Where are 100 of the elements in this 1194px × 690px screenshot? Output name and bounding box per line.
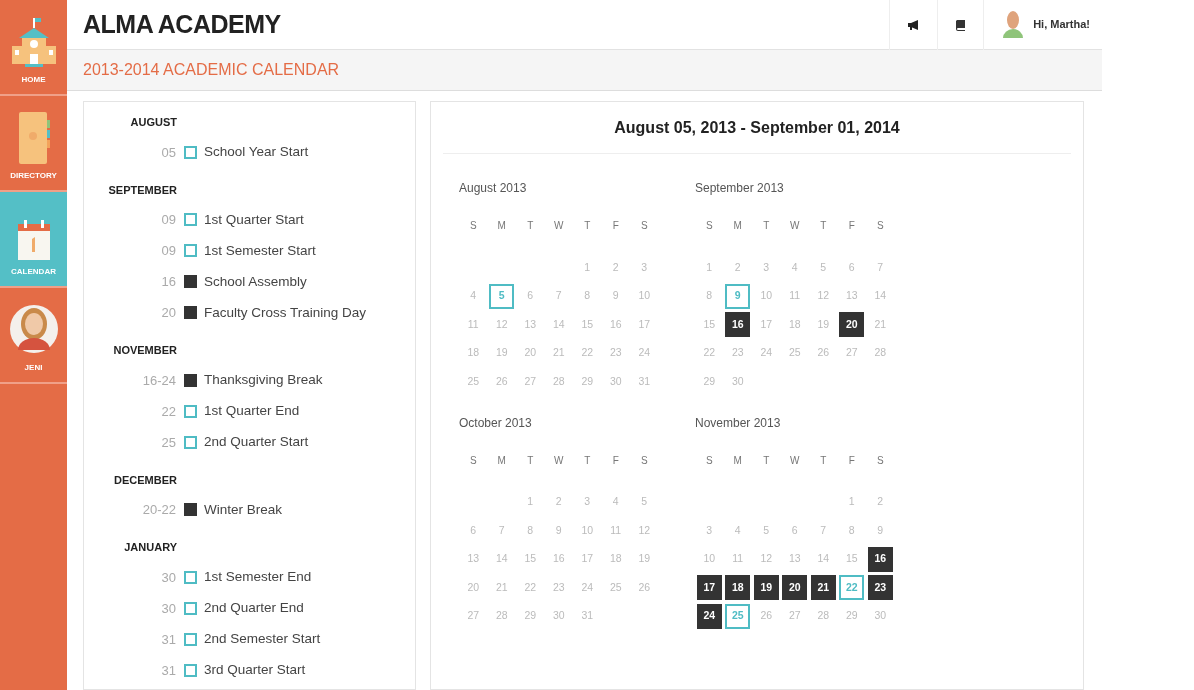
event-marker (184, 601, 197, 615)
event-label: Thanksgiving Break (204, 371, 323, 390)
month-title: September 2013 (695, 180, 785, 198)
calendar-day: 25 (782, 340, 808, 366)
calendar-day: 3 (696, 518, 722, 543)
event-marker (184, 404, 197, 418)
calendar-day: 27 (517, 369, 543, 394)
calendar-day: 12 (489, 312, 515, 337)
calendar-day: 1 (517, 489, 543, 515)
calendar-day: 20 (839, 312, 865, 337)
calendar-day: 18 (603, 546, 629, 572)
calendar-day: 2 (867, 489, 893, 515)
calendar-day: 3 (753, 255, 779, 280)
address-book-icon (16, 110, 51, 166)
weekday-label: F (611, 453, 620, 468)
event-marker (184, 570, 197, 584)
event-date: 20 (160, 304, 176, 322)
calendar-day: 26 (631, 575, 657, 600)
month-heading: JANUARY (123, 540, 177, 556)
calendar-day: 26 (753, 603, 779, 629)
calendar-day: 12 (753, 546, 779, 572)
book-icon[interactable] (955, 18, 967, 31)
sidebar-item[interactable]: JENI (0, 288, 67, 384)
calendar-day: 29 (517, 603, 543, 629)
calendar-day: 7 (546, 283, 572, 309)
calendar-day: 25 (460, 369, 486, 394)
event-label: 1st Quarter End (204, 402, 300, 421)
calendar-day: 27 (460, 603, 486, 629)
event-marker (184, 632, 197, 646)
weekday-label: M (732, 453, 743, 468)
event-date: 05 (160, 143, 176, 162)
calendar-day: 18 (782, 312, 808, 337)
weekday-label: M (496, 453, 507, 468)
calendar-day: 21 (810, 575, 836, 600)
sidebar-item[interactable]: DIRECTORY (0, 96, 67, 192)
weekday-label: S (875, 453, 885, 468)
calendar-icon (15, 218, 52, 262)
event-date: 30 (160, 568, 176, 587)
event-label: School Year Start (204, 143, 309, 162)
event-date: 22 (160, 402, 176, 421)
event-marker (184, 663, 197, 677)
event-date: 09 (160, 211, 176, 229)
calendar-day: 16 (725, 312, 751, 337)
calendar-day: 1 (839, 489, 865, 515)
calendar-day: 29 (574, 369, 600, 394)
calendar-day: 20 (782, 575, 808, 600)
event-label: School Assembly (204, 272, 307, 291)
calendar-day: 14 (867, 283, 893, 309)
event-date: 31 (160, 661, 176, 680)
weekday-label: T (526, 219, 535, 234)
calendar-day: 29 (839, 603, 865, 629)
weekday-label: W (789, 453, 801, 468)
calendar-day: 15 (696, 312, 722, 337)
calendar-day: 15 (839, 546, 865, 572)
calendar-day: 25 (603, 575, 629, 600)
weekday-label: W (789, 219, 801, 234)
event-marker (184, 373, 197, 387)
calendar-day: 11 (782, 283, 808, 309)
calendar-day: 1 (574, 255, 600, 280)
calendar-day: 7 (810, 518, 836, 543)
event-marker (184, 145, 197, 159)
calendar-day: 12 (631, 518, 657, 543)
calendar-day: 28 (546, 369, 572, 394)
calendar-day: 9 (546, 518, 572, 543)
weekday-label: T (762, 219, 771, 234)
calendar-day: 16 (603, 312, 629, 337)
event-date: 16-24 (141, 371, 176, 390)
calendar-day: 29 (696, 369, 722, 394)
calendar-day: 3 (631, 255, 657, 280)
calendar-day: 12 (810, 283, 836, 309)
weekday-label: T (762, 453, 771, 468)
calendar-day: 22 (574, 340, 600, 366)
calendar-day: 21 (867, 312, 893, 337)
app-title: ALMA ACADEMY (82, 8, 282, 40)
month-heading: NOVEMBER (112, 343, 177, 359)
weekday-label: S (468, 219, 478, 234)
calendar-day: 4 (603, 489, 629, 515)
event-date: 09 (160, 242, 176, 260)
greeting-text[interactable]: Hi, Martha! (1033, 16, 1090, 33)
page-title: 2013-2014 ACADEMIC CALENDAR (83, 60, 340, 81)
calendar-day: 15 (517, 546, 543, 572)
sidebar-item[interactable]: CALENDAR (0, 192, 67, 288)
calendar-day: 10 (696, 546, 722, 572)
calendar-day: 18 (460, 340, 486, 366)
event-label: Faculty Cross Training Day (204, 303, 367, 322)
calendar-day: 5 (810, 255, 836, 280)
calendar-day: 20 (460, 575, 486, 600)
megaphone-icon[interactable] (907, 18, 921, 31)
calendar-day: 17 (696, 575, 722, 600)
calendar-day: 4 (725, 518, 751, 543)
weekday-label: M (732, 219, 743, 234)
weekday-label: S (639, 453, 649, 468)
calendar-day: 21 (489, 575, 515, 600)
event-label: 1st Quarter Start (204, 210, 304, 229)
month-title: October 2013 (459, 414, 533, 432)
calendar-day: 27 (782, 603, 808, 629)
sidebar-item[interactable]: HOME (0, 0, 67, 96)
event-label: 1st Semester Start (204, 241, 316, 260)
weekday-label: T (819, 453, 828, 468)
calendar-day: 9 (603, 283, 629, 309)
